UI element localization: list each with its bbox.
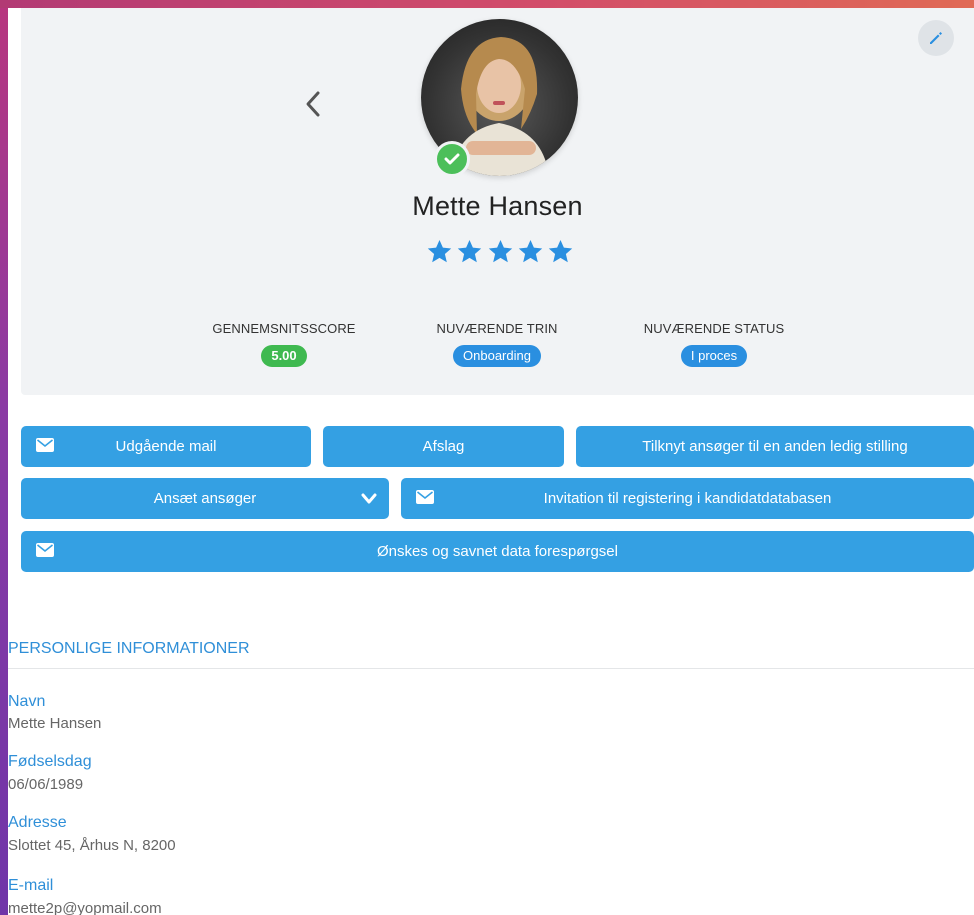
score-badge: 5.00 xyxy=(261,345,307,367)
button-label: Afslag xyxy=(422,438,465,455)
email-label: E-mail xyxy=(8,877,54,894)
email-value: mette2p@yopmail.com xyxy=(8,900,162,915)
address-value: Slottet 45, Århus N, 8200 xyxy=(8,837,176,854)
button-label: Ønskes og savnet data forespørgsel xyxy=(377,543,618,560)
candidate-panel: Mette Hansen GENNEMSNITSSCORE 5.00 NUVÆR… xyxy=(8,8,974,915)
button-label: Ansæt ansøger xyxy=(153,490,257,507)
chevron-left-icon xyxy=(306,91,320,117)
birthday-label: Fødselsdag xyxy=(8,753,92,770)
section-title: PERSONLIGE INFORMATIONER xyxy=(8,640,250,657)
invite-candidate-database-button[interactable]: Invitation til registering i kandidatdat… xyxy=(401,478,974,519)
mail-icon xyxy=(416,490,434,504)
section-divider xyxy=(8,668,974,669)
link-other-position-button[interactable]: Tilknyt ansøger til en anden ledig still… xyxy=(576,426,974,467)
stat-average-score: GENNEMSNITSSCORE 5.00 xyxy=(174,321,394,367)
button-label: Tilknyt ansøger til en anden ledig still… xyxy=(642,438,908,455)
status-badge: I proces xyxy=(680,345,748,367)
star-icon xyxy=(518,240,542,263)
rating-stars xyxy=(426,238,574,268)
star-icon xyxy=(548,240,573,263)
step-badge: Onboarding xyxy=(453,345,541,367)
pencil-icon xyxy=(930,32,942,44)
reject-button[interactable]: Afslag xyxy=(323,426,564,467)
mail-icon xyxy=(36,543,54,557)
check-icon xyxy=(444,153,460,165)
star-icon xyxy=(458,240,482,263)
name-label: Navn xyxy=(8,693,46,710)
profile-card: Mette Hansen GENNEMSNITSSCORE 5.00 NUVÆR… xyxy=(21,8,974,395)
hire-applicant-dropdown[interactable]: Ansæt ansøger xyxy=(21,478,389,519)
button-label: Udgående mail xyxy=(115,438,217,455)
mail-icon xyxy=(36,438,54,452)
star-icon xyxy=(488,240,512,263)
stat-label: NUVÆRENDE TRIN xyxy=(436,321,558,336)
outgoing-mail-button[interactable]: Udgående mail xyxy=(21,426,311,467)
stat-label: GENNEMSNITSSCORE xyxy=(212,321,356,336)
chevron-down-icon xyxy=(361,493,377,504)
candidate-name: Mette Hansen xyxy=(412,191,583,221)
back-button[interactable] xyxy=(299,84,327,124)
star-icon xyxy=(427,240,452,263)
verified-badge xyxy=(434,141,470,177)
name-value: Mette Hansen xyxy=(8,715,102,732)
edit-button[interactable] xyxy=(918,20,954,56)
birthday-value: 06/06/1989 xyxy=(8,776,84,793)
stat-current-status: NUVÆRENDE STATUS I proces xyxy=(604,321,824,367)
address-label: Adresse xyxy=(8,814,67,831)
window-top-strip xyxy=(0,0,974,8)
stat-current-step: NUVÆRENDE TRIN Onboarding xyxy=(387,321,607,367)
stat-label: NUVÆRENDE STATUS xyxy=(643,321,785,336)
request-missing-data-button[interactable]: Ønskes og savnet data forespørgsel xyxy=(21,531,974,572)
button-label: Invitation til registering i kandidatdat… xyxy=(543,490,832,507)
